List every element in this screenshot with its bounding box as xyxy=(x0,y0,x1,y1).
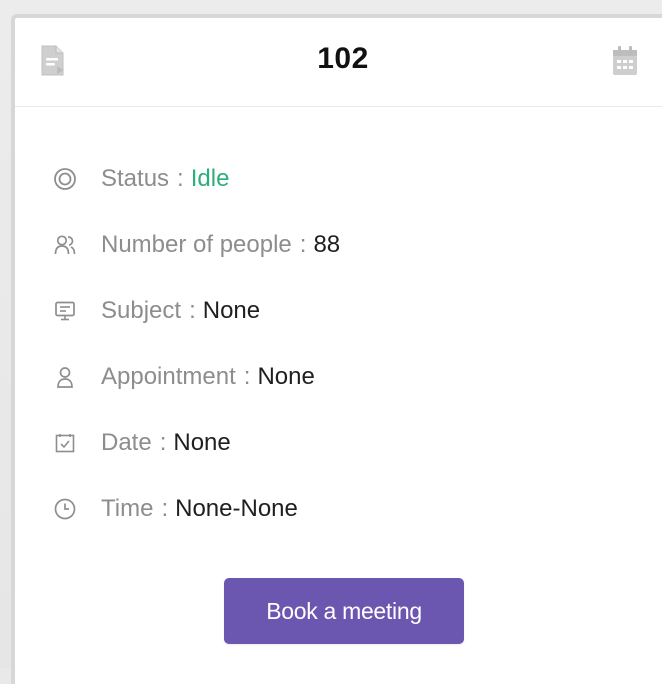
subject-value: None xyxy=(202,297,261,324)
person-icon xyxy=(51,363,79,391)
date-check-icon xyxy=(51,429,79,457)
calendar-icon[interactable] xyxy=(609,44,641,78)
time-row: Time : None-None xyxy=(51,492,611,526)
time-label: Time xyxy=(101,495,154,522)
clock-icon xyxy=(51,495,79,523)
monitor-icon xyxy=(51,297,79,325)
date-value: None xyxy=(173,429,231,456)
people-row: Number of people : 88 xyxy=(51,228,611,262)
date-separator: : xyxy=(159,429,167,456)
appointment-value: None xyxy=(257,363,315,390)
room-title: 102 xyxy=(317,42,369,75)
appointment-separator: : xyxy=(243,363,251,390)
subject-label: Subject xyxy=(101,297,182,324)
people-separator: : xyxy=(299,231,307,258)
meeting-room-card: 102 Status: Idle Number of people: 88 … xyxy=(11,14,662,684)
subject-row: Subject : None xyxy=(51,294,611,328)
card-header: 102 xyxy=(15,18,662,107)
target-icon xyxy=(51,165,79,193)
status-separator: : xyxy=(177,165,184,192)
appointment-row: Appointment : None xyxy=(51,360,611,394)
date-label: Date xyxy=(101,429,152,456)
date-row: Date : None xyxy=(51,426,611,460)
people-icon xyxy=(51,231,79,259)
appointment-label: Appointment xyxy=(101,363,236,390)
time-separator: : xyxy=(161,495,169,522)
status-row: Status : Idle xyxy=(51,162,611,196)
status-value: Idle xyxy=(190,165,230,192)
time-value: None-None xyxy=(175,495,298,522)
status-label: Status xyxy=(101,165,170,192)
subject-separator: : xyxy=(189,297,196,324)
people-label: Number of people xyxy=(101,231,292,258)
people-value: 88 xyxy=(313,231,341,258)
book-meeting-button[interactable]: Book a meeting xyxy=(224,578,464,644)
